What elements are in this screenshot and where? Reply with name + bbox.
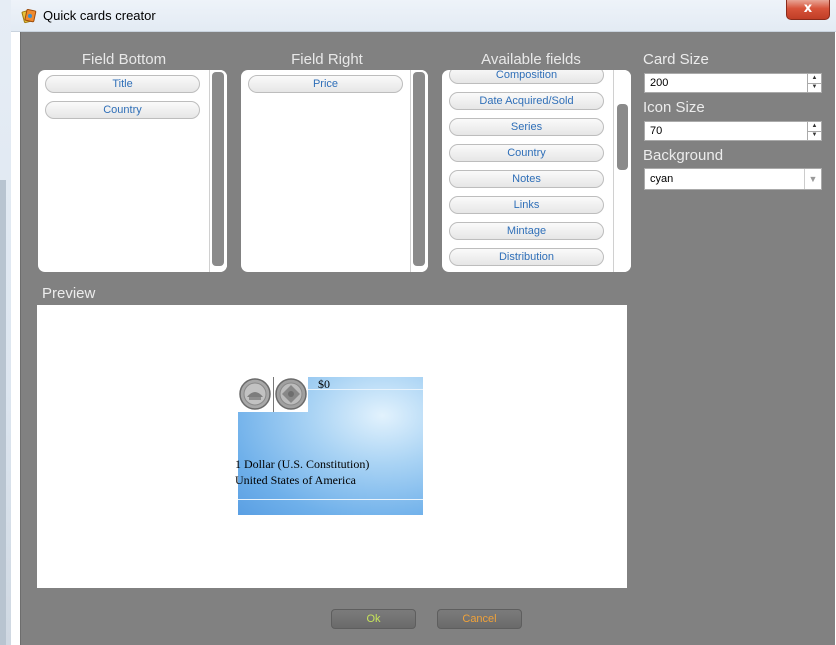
available-item-series[interactable]: Series: [449, 118, 604, 136]
available-fields-scrollbar[interactable]: [613, 70, 631, 272]
card-preview: $0 1 Dollar (U.S. Constitution) United S…: [235, 377, 423, 515]
card-size-value: 200: [650, 77, 669, 89]
icon-divider: [273, 377, 274, 412]
field-right-list[interactable]: Price: [241, 70, 428, 272]
card-country-text: United States of America: [235, 473, 356, 487]
coin-reverse-icon: [275, 378, 307, 410]
field-bottom-scrollbar[interactable]: [209, 70, 227, 272]
window-title: Quick cards creator: [43, 8, 156, 23]
spin-down-icon[interactable]: ▼: [808, 83, 821, 92]
icon-size-label: Icon Size: [643, 99, 705, 116]
preview-label: Preview: [42, 285, 96, 302]
icon-size-stepper[interactable]: ▲ ▼: [807, 122, 821, 140]
card-size-stepper[interactable]: ▲ ▼: [807, 74, 821, 92]
window-frame-left: [0, 0, 11, 645]
available-item-notes[interactable]: Notes: [449, 170, 604, 188]
close-icon: x: [803, 1, 813, 16]
icon-size-spinbox[interactable]: 70 ▲ ▼: [644, 121, 822, 141]
card-size-spinbox[interactable]: 200 ▲ ▼: [644, 73, 822, 93]
preview-area: $0 1 Dollar (U.S. Constitution) United S…: [37, 305, 627, 588]
card-size-label: Card Size: [643, 51, 709, 68]
field-bottom-item-country[interactable]: Country: [45, 101, 200, 119]
available-item-date-acquired[interactable]: Date Acquired/Sold: [449, 92, 604, 110]
available-fields-title: Available fields: [481, 51, 581, 68]
available-fields-list[interactable]: Composition Date Acquired/Sold Series Co…: [442, 70, 631, 272]
card-title-text: 1 Dollar (U.S. Constitution): [235, 457, 370, 471]
field-right-scroll-thumb[interactable]: [413, 72, 425, 266]
field-right-title: Field Right: [291, 51, 363, 68]
available-item-country[interactable]: Country: [449, 144, 604, 162]
field-bottom-scroll-thumb[interactable]: [212, 72, 224, 266]
app-icon: [21, 8, 37, 24]
icon-size-value: 70: [650, 125, 663, 137]
available-item-distribution[interactable]: Distribution: [449, 248, 604, 266]
title-bar[interactable]: Quick cards creator x: [11, 0, 836, 32]
background-select[interactable]: cyan ▼: [644, 168, 822, 190]
available-item-mintage[interactable]: Mintage: [449, 222, 604, 240]
dialog-body: Field Bottom Field Right Available field…: [20, 32, 835, 645]
card-price: $0: [318, 377, 330, 391]
available-fields-scroll-thumb[interactable]: [617, 104, 628, 170]
field-right-item-price[interactable]: Price: [248, 75, 403, 93]
background-label: Background: [643, 147, 724, 164]
field-bottom-list[interactable]: Title Country: [38, 70, 227, 272]
field-bottom-item-title[interactable]: Title: [45, 75, 200, 93]
available-item-links[interactable]: Links: [449, 196, 604, 214]
field-right-scrollbar[interactable]: [410, 70, 428, 272]
card-bottom-line: [238, 499, 423, 500]
cancel-button[interactable]: Cancel: [437, 609, 522, 629]
spin-down-icon[interactable]: ▼: [808, 131, 821, 140]
field-bottom-title: Field Bottom: [81, 51, 167, 68]
coin-obverse-icon: [239, 378, 271, 410]
available-item-composition[interactable]: Composition: [449, 70, 604, 84]
close-button[interactable]: x: [786, 0, 830, 20]
chevron-down-icon[interactable]: ▼: [804, 169, 821, 189]
background-value: cyan: [650, 173, 674, 185]
ok-button[interactable]: Ok: [331, 609, 416, 629]
